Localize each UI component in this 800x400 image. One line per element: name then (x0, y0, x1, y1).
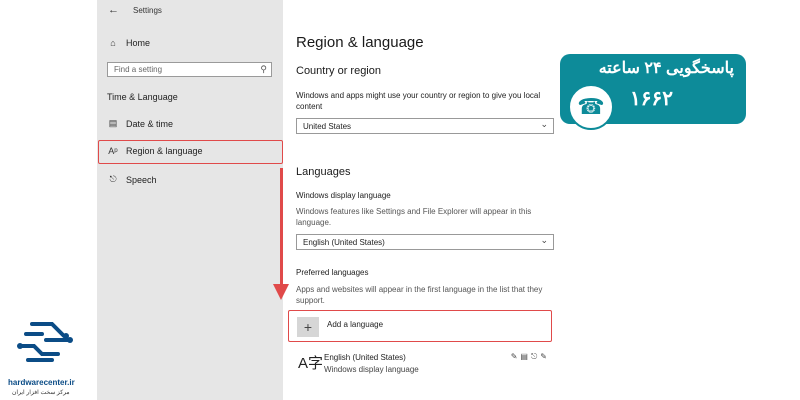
settings-sidebar (97, 0, 283, 400)
display-language-select[interactable]: English (United States) ⌄ (296, 234, 554, 250)
languages-heading: Languages (296, 166, 351, 178)
language-feature-icons: ✎▤⎋✎ (510, 352, 550, 361)
sidebar-item-region-language[interactable]: Aᵖ Region & language (108, 146, 203, 156)
home-icon: ⌂ (110, 38, 116, 48)
sidebar-item-label: Date & time (126, 118, 174, 129)
sidebar-item-date-time[interactable]: ▤ Date & time (108, 118, 173, 129)
annotation-arrow-shaft (280, 168, 283, 286)
country-select-value: United States (303, 122, 352, 131)
language-name: English (United States) (324, 353, 406, 362)
search-input[interactable]: Find a setting ⚲ (107, 62, 272, 77)
display-language-label: Windows display language (296, 191, 391, 200)
display-language-description: Windows features like Settings and File … (296, 207, 532, 227)
list-item-language[interactable]: A字 English (United States) Windows displ… (296, 350, 556, 376)
add-language-label: Add a language (327, 320, 384, 329)
calendar-clock-icon: ▤ (108, 118, 118, 128)
country-heading: Country or region (296, 65, 381, 77)
logo-domain: hardwarecenter.ir (8, 378, 75, 387)
logo-tagline: مرکز سخت افزار ایران (12, 390, 70, 396)
page-title: Region & language (296, 34, 424, 51)
display-language-select-value: English (United States) (303, 238, 385, 247)
language-subtitle: Windows display language (324, 365, 419, 374)
window-title: Settings (133, 6, 162, 15)
brand-logo: hardwarecenter.ir مرکز سخت افزار ایران (6, 318, 86, 398)
sidebar-item-label: Region & language (126, 146, 203, 156)
support-badge-number: ۱۶۶۲ (630, 88, 673, 110)
preferred-languages-label: Preferred languages (296, 268, 369, 277)
circuit-logo-icon (17, 322, 73, 362)
chevron-down-icon: ⌄ (540, 119, 548, 129)
sidebar-section-title: Time & Language (107, 92, 178, 102)
search-icon[interactable]: ⚲ (260, 64, 267, 75)
add-language-button[interactable]: + Add a language (288, 310, 552, 342)
country-description: Windows and apps might use your country … (296, 91, 541, 111)
support-badge-title: پاسخگویی ۲۴ ساعته (598, 60, 734, 77)
back-arrow-icon[interactable]: ← (108, 4, 119, 16)
language-glyph-icon: A字 (298, 355, 324, 372)
chevron-down-icon: ⌄ (540, 235, 548, 245)
phone-clock-icon: ☎ (568, 84, 614, 130)
sidebar-item-speech[interactable]: ⎋ Speech (108, 174, 157, 185)
sidebar-item-label: Speech (126, 174, 157, 185)
region-language-icon: Aᵖ (108, 146, 118, 156)
sidebar-item-label: Home (126, 38, 151, 48)
country-select[interactable]: United States ⌄ (296, 118, 554, 134)
sidebar-item-home[interactable]: ⌂ Home (108, 38, 150, 48)
support-badge: پاسخگویی ۲۴ ساعته ۱۶۶۲ ☎ (560, 54, 746, 130)
preferred-languages-description: Apps and websites will appear in the fir… (296, 285, 543, 305)
microphone-icon: ⎋ (109, 174, 117, 184)
plus-icon: + (297, 317, 319, 337)
annotation-arrow-head (273, 284, 289, 300)
search-placeholder: Find a setting (114, 65, 163, 74)
